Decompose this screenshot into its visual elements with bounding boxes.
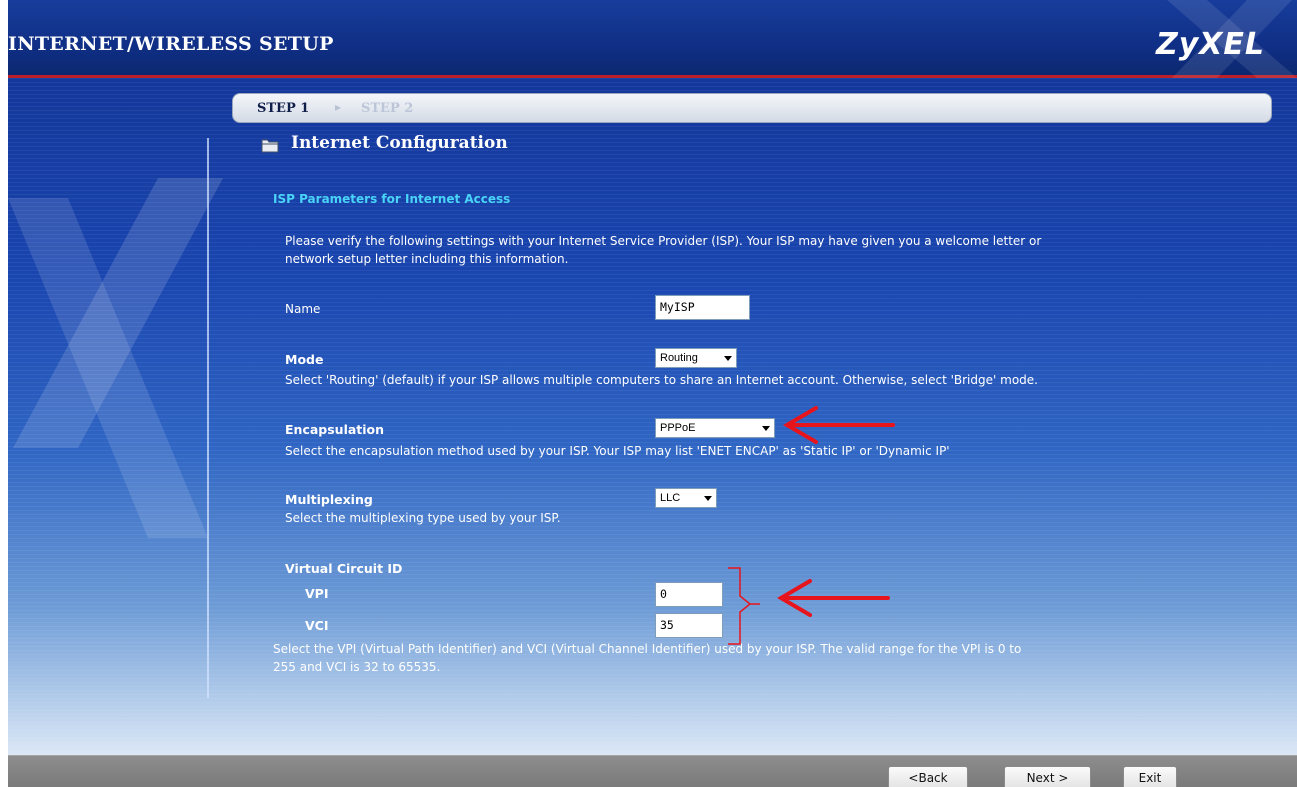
vpi-input[interactable]: 0	[655, 582, 723, 607]
footer-bar: <Back Next > Exit	[8, 755, 1297, 787]
step-1-label: STEP 1	[257, 101, 310, 116]
intro-text-line-2: network setup letter including this info…	[285, 252, 569, 266]
encapsulation-help-text: Select the encapsulation method used by …	[285, 444, 950, 458]
exit-button[interactable]: Exit	[1123, 766, 1177, 787]
page-title: INTERNET/WIRELESS SETUP	[8, 33, 334, 55]
encapsulation-selected-value: PPPoE	[660, 422, 696, 434]
name-label: Name	[285, 302, 321, 316]
encapsulation-select[interactable]: PPPoE	[655, 418, 775, 438]
vci-input[interactable]: 35	[655, 613, 723, 638]
next-button[interactable]: Next >	[1004, 766, 1091, 787]
vci-label: VCI	[305, 618, 329, 633]
annotation-arrow-encapsulation	[783, 406, 895, 444]
isp-parameters-heading: ISP Parameters for Internet Access	[273, 192, 511, 206]
mode-select[interactable]: Routing	[655, 348, 737, 368]
chevron-right-icon: ▸	[335, 100, 342, 114]
chevron-down-icon	[704, 496, 712, 501]
chevron-down-icon	[762, 426, 770, 431]
multiplexing-selected-value: LLC	[660, 492, 681, 504]
vc-help-text-line-2: 255 and VCI is 32 to 65535.	[273, 660, 441, 674]
name-input[interactable]: MyISP	[655, 295, 750, 320]
section-title: Internet Configuration	[291, 133, 508, 153]
zyxel-logo: ZyXEL	[1155, 27, 1265, 62]
step-indicator: STEP 1 ▸ STEP 2	[232, 93, 1272, 123]
back-button[interactable]: <Back	[888, 766, 968, 787]
virtual-circuit-id-label: Virtual Circuit ID	[285, 561, 403, 576]
background-x-decoration	[8, 178, 223, 538]
multiplexing-label: Multiplexing	[285, 492, 373, 507]
chevron-down-icon	[724, 356, 732, 361]
wizard-content: STEP 1 ▸ STEP 2 Internet Configuration I…	[8, 78, 1297, 755]
multiplexing-select[interactable]: LLC	[655, 488, 717, 508]
mode-help-text: Select 'Routing' (default) if your ISP a…	[285, 373, 1038, 387]
multiplexing-help-text: Select the multiplexing type used by you…	[285, 511, 561, 525]
annotation-bracket-vc	[728, 567, 760, 645]
intro-text-line-1: Please verify the following settings wit…	[285, 234, 1042, 248]
encapsulation-label: Encapsulation	[285, 422, 385, 437]
folder-icon	[261, 139, 279, 153]
header-bar: INTERNET/WIRELESS SETUP ZyXEL	[8, 0, 1297, 78]
divider-line	[207, 138, 209, 698]
step-2-label: STEP 2	[361, 101, 414, 116]
setup-wizard-window: INTERNET/WIRELESS SETUP ZyXEL STEP 1 ▸ S…	[8, 0, 1297, 787]
mode-selected-value: Routing	[660, 352, 698, 364]
mode-label: Mode	[285, 352, 324, 367]
vc-help-text-line-1: Select the VPI (Virtual Path Identifier)…	[273, 642, 1022, 656]
annotation-arrow-vc	[777, 579, 890, 617]
vpi-label: VPI	[305, 586, 329, 601]
